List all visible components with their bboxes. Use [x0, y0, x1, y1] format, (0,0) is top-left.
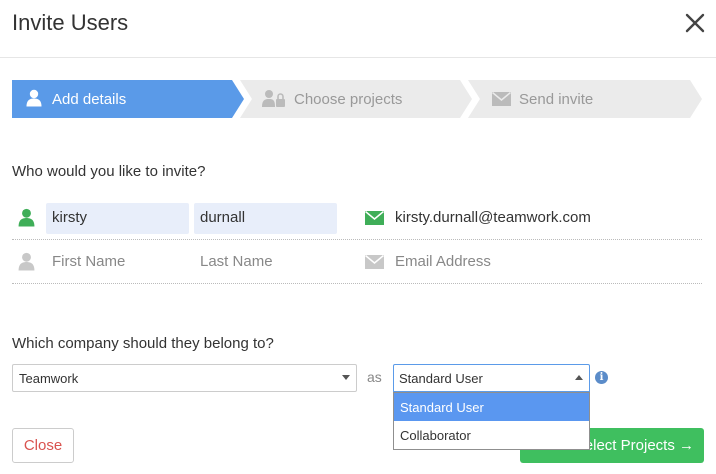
last-name-field[interactable]: durnall — [194, 203, 337, 234]
invite-question: Who would you like to invite? — [12, 163, 206, 180]
envelope-icon — [492, 92, 511, 106]
dialog-title: Invite Users — [12, 10, 129, 35]
company-select-value: Teamwork — [19, 371, 79, 386]
role-option-collaborator[interactable]: Collaborator — [394, 421, 589, 449]
role-dropdown: Standard User Collaborator — [393, 392, 590, 450]
close-button[interactable]: Close — [12, 428, 74, 463]
role-select[interactable]: Standard User — [393, 364, 590, 392]
user-icon — [18, 252, 35, 271]
invite-row: First Name Last Name Email Address — [12, 240, 702, 284]
chevron-down-icon — [342, 375, 350, 380]
email-field[interactable]: Email Address — [395, 253, 491, 270]
role-select-value: Standard User — [399, 371, 483, 386]
tab-choose-projects[interactable]: Choose projects — [294, 91, 402, 108]
info-icon[interactable]: i — [595, 371, 608, 384]
role-option-standard-user[interactable]: Standard User — [394, 393, 589, 421]
tab-send-invite[interactable]: Send invite — [519, 91, 593, 108]
email-field[interactable]: kirsty.durnall@teamwork.com — [395, 209, 591, 226]
tab-add-details[interactable]: Add details — [52, 91, 126, 108]
user-icon — [26, 89, 42, 107]
as-label: as — [367, 369, 382, 385]
dialog-header: Invite Users — [0, 0, 716, 58]
step-wizard: Add details Choose projects Send invite — [12, 80, 702, 118]
company-select[interactable]: Teamwork — [12, 364, 357, 392]
chevron-up-icon — [575, 375, 583, 380]
step-add-details-shape — [12, 80, 244, 118]
invite-row: kirsty durnall kirsty.durnall@teamwork.c… — [12, 196, 702, 240]
user-icon — [18, 208, 35, 227]
company-question: Which company should they belong to? — [12, 335, 274, 352]
close-icon[interactable] — [682, 10, 708, 36]
first-name-field[interactable]: kirsty — [46, 203, 189, 234]
envelope-icon — [365, 211, 384, 225]
user-lock-icon — [262, 90, 285, 107]
first-name-field[interactable]: First Name — [46, 247, 189, 278]
last-name-field[interactable]: Last Name — [194, 247, 337, 278]
envelope-icon — [365, 255, 384, 269]
